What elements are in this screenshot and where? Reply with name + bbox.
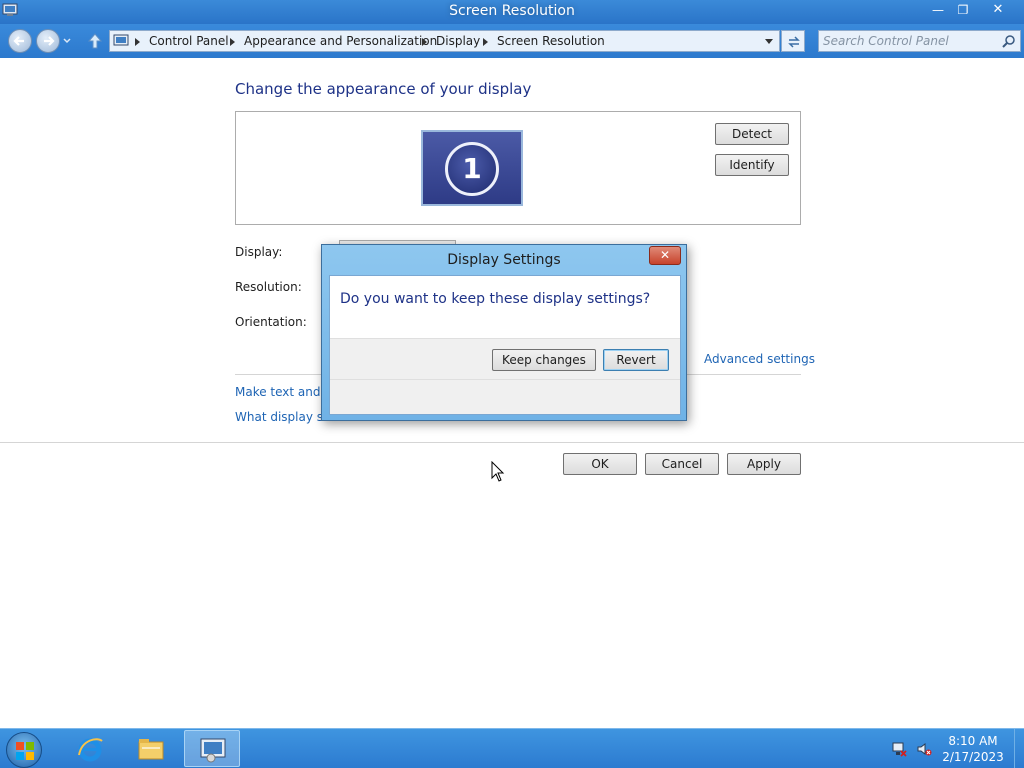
- dialog-question: Do you want to keep these display settin…: [340, 291, 651, 307]
- ok-button[interactable]: OK: [563, 453, 637, 475]
- refresh-button[interactable]: [781, 30, 805, 52]
- dialog-button-row: Keep changes Revert: [330, 338, 680, 380]
- keep-changes-button[interactable]: Keep changes: [492, 349, 596, 371]
- clock-date: 2/17/2023: [942, 750, 1004, 764]
- show-desktop-button[interactable]: [1014, 729, 1024, 768]
- forward-arrow-icon: [44, 36, 55, 46]
- start-button[interactable]: [6, 732, 42, 768]
- cancel-button[interactable]: Cancel: [645, 453, 719, 475]
- search-icon[interactable]: [1002, 34, 1016, 48]
- detect-button[interactable]: Detect: [715, 123, 789, 145]
- monitor-number-badge: 1: [445, 142, 499, 196]
- breadcrumb-display[interactable]: Display: [436, 34, 480, 48]
- breadcrumb-separator-icon[interactable]: [230, 38, 235, 46]
- maximize-button[interactable]: ❐: [950, 0, 976, 20]
- address-bar[interactable]: Control Panel Appearance and Personaliza…: [109, 30, 780, 52]
- orientation-label: Orientation:: [235, 315, 307, 329]
- address-history-dropdown-icon[interactable]: [765, 39, 773, 44]
- refresh-icon: [788, 36, 800, 48]
- monitor-1-thumbnail[interactable]: 1: [421, 130, 523, 206]
- dialog-title: Display Settings: [447, 252, 561, 268]
- system-clock[interactable]: 8:10 AM 2/17/2023: [940, 733, 1006, 765]
- recent-pages-dropdown-icon[interactable]: [63, 37, 71, 45]
- revert-button[interactable]: Revert: [603, 349, 669, 371]
- breadcrumb-control-panel[interactable]: Control Panel: [149, 34, 229, 48]
- dialog-footer: [330, 380, 680, 414]
- footer-divider: [0, 442, 1024, 443]
- close-button[interactable]: ✕: [976, 0, 1020, 20]
- resolution-label: Resolution:: [235, 280, 302, 294]
- breadcrumb-separator-icon[interactable]: [483, 38, 488, 46]
- search-box[interactable]: [818, 30, 1021, 52]
- mouse-cursor-icon: [491, 461, 505, 482]
- clock-time: 8:10 AM: [948, 734, 998, 748]
- folder-icon: [138, 739, 164, 760]
- breadcrumb-separator-icon: [135, 38, 140, 46]
- taskbar-internet-explorer[interactable]: [62, 730, 118, 767]
- up-arrow-icon[interactable]: [86, 32, 104, 50]
- breadcrumb-appearance-personalization[interactable]: Appearance and Personalization: [244, 34, 437, 48]
- forward-button[interactable]: [36, 29, 60, 53]
- minimize-button[interactable]: —: [925, 0, 951, 20]
- windows-logo-icon: [16, 742, 34, 760]
- dialog-body: Do you want to keep these display settin…: [329, 275, 681, 415]
- internet-explorer-icon: [78, 738, 103, 762]
- network-icon[interactable]: [891, 741, 907, 757]
- control-panel-icon: [200, 738, 226, 763]
- taskbar: 8:10 AM 2/17/2023: [0, 728, 1024, 768]
- back-arrow-icon: [13, 36, 24, 46]
- apply-button[interactable]: Apply: [727, 453, 801, 475]
- back-button[interactable]: [8, 29, 32, 53]
- window-title: Screen Resolution: [449, 3, 575, 19]
- display-label: Display:: [235, 245, 283, 259]
- dialog-close-button[interactable]: ✕: [649, 246, 681, 265]
- identify-button[interactable]: Identify: [715, 154, 789, 176]
- breadcrumb-screen-resolution[interactable]: Screen Resolution: [497, 34, 605, 48]
- title-bar: Screen Resolution — ❐ ✕: [0, 0, 1024, 24]
- taskbar-file-explorer[interactable]: [123, 730, 179, 767]
- search-input[interactable]: [823, 32, 998, 50]
- control-panel-icon: [113, 34, 129, 46]
- advanced-settings-link[interactable]: Advanced settings: [704, 352, 815, 366]
- page-title: Change the appearance of your display: [235, 80, 532, 98]
- breadcrumb-separator-icon[interactable]: [422, 38, 427, 46]
- display-settings-dialog: Display Settings ✕ Do you want to keep t…: [321, 244, 687, 421]
- volume-muted-icon[interactable]: [916, 741, 932, 757]
- navigation-bar: Control Panel Appearance and Personaliza…: [0, 24, 1024, 58]
- monitor-preview-panel: 1 Detect Identify: [235, 111, 801, 225]
- taskbar-control-panel[interactable]: [184, 730, 240, 767]
